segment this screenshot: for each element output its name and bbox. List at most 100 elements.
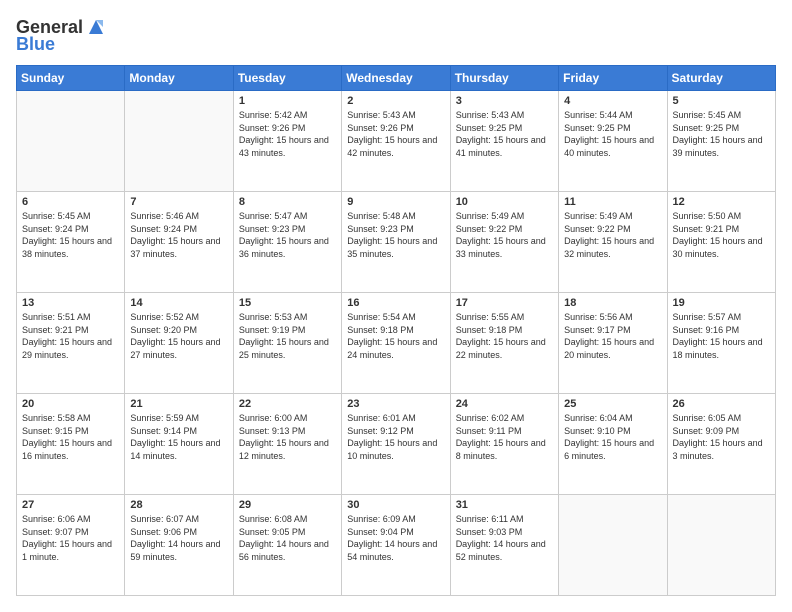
day-number: 26 bbox=[673, 398, 770, 410]
day-number: 1 bbox=[239, 95, 336, 107]
day-info: Sunrise: 5:47 AMSunset: 9:23 PMDaylight:… bbox=[239, 210, 336, 260]
day-number: 25 bbox=[564, 398, 661, 410]
day-info: Sunrise: 6:00 AMSunset: 9:13 PMDaylight:… bbox=[239, 412, 336, 462]
calendar-cell: 20 Sunrise: 5:58 AMSunset: 9:15 PMDayligh… bbox=[17, 394, 125, 495]
calendar-cell: 9 Sunrise: 5:48 AMSunset: 9:23 PMDaylight… bbox=[342, 192, 450, 293]
calendar-cell: 22 Sunrise: 6:00 AMSunset: 9:13 PMDayligh… bbox=[233, 394, 341, 495]
day-number: 4 bbox=[564, 95, 661, 107]
day-number: 23 bbox=[347, 398, 444, 410]
header: General Blue bbox=[16, 16, 776, 55]
day-info: Sunrise: 5:58 AMSunset: 9:15 PMDaylight:… bbox=[22, 412, 119, 462]
day-info: Sunrise: 6:01 AMSunset: 9:12 PMDaylight:… bbox=[347, 412, 444, 462]
weekday-header: Sunday bbox=[17, 66, 125, 91]
day-number: 2 bbox=[347, 95, 444, 107]
day-number: 24 bbox=[456, 398, 553, 410]
day-number: 13 bbox=[22, 297, 119, 309]
day-number: 14 bbox=[130, 297, 227, 309]
day-info: Sunrise: 5:57 AMSunset: 9:16 PMDaylight:… bbox=[673, 311, 770, 361]
day-info: Sunrise: 5:55 AMSunset: 9:18 PMDaylight:… bbox=[456, 311, 553, 361]
calendar-cell: 2 Sunrise: 5:43 AMSunset: 9:26 PMDaylight… bbox=[342, 91, 450, 192]
page: General Blue SundayMondayTuesdayWednesda… bbox=[0, 0, 792, 612]
day-info: Sunrise: 5:44 AMSunset: 9:25 PMDaylight:… bbox=[564, 109, 661, 159]
day-number: 11 bbox=[564, 196, 661, 208]
calendar-cell: 15 Sunrise: 5:53 AMSunset: 9:19 PMDayligh… bbox=[233, 293, 341, 394]
day-info: Sunrise: 5:51 AMSunset: 9:21 PMDaylight:… bbox=[22, 311, 119, 361]
day-number: 30 bbox=[347, 499, 444, 511]
day-number: 17 bbox=[456, 297, 553, 309]
calendar-cell: 25 Sunrise: 6:04 AMSunset: 9:10 PMDayligh… bbox=[559, 394, 667, 495]
day-info: Sunrise: 5:48 AMSunset: 9:23 PMDaylight:… bbox=[347, 210, 444, 260]
calendar-cell: 7 Sunrise: 5:46 AMSunset: 9:24 PMDaylight… bbox=[125, 192, 233, 293]
calendar-cell: 13 Sunrise: 5:51 AMSunset: 9:21 PMDayligh… bbox=[17, 293, 125, 394]
calendar-table: SundayMondayTuesdayWednesdayThursdayFrid… bbox=[16, 65, 776, 596]
day-number: 19 bbox=[673, 297, 770, 309]
day-info: Sunrise: 5:46 AMSunset: 9:24 PMDaylight:… bbox=[130, 210, 227, 260]
weekday-header: Wednesday bbox=[342, 66, 450, 91]
day-number: 20 bbox=[22, 398, 119, 410]
calendar-cell: 19 Sunrise: 5:57 AMSunset: 9:16 PMDayligh… bbox=[667, 293, 775, 394]
day-number: 22 bbox=[239, 398, 336, 410]
weekday-header: Friday bbox=[559, 66, 667, 91]
day-number: 18 bbox=[564, 297, 661, 309]
calendar-cell: 5 Sunrise: 5:45 AMSunset: 9:25 PMDaylight… bbox=[667, 91, 775, 192]
day-number: 31 bbox=[456, 499, 553, 511]
day-info: Sunrise: 6:07 AMSunset: 9:06 PMDaylight:… bbox=[130, 513, 227, 563]
day-info: Sunrise: 5:42 AMSunset: 9:26 PMDaylight:… bbox=[239, 109, 336, 159]
day-info: Sunrise: 6:11 AMSunset: 9:03 PMDaylight:… bbox=[456, 513, 553, 563]
day-info: Sunrise: 5:45 AMSunset: 9:25 PMDaylight:… bbox=[673, 109, 770, 159]
day-info: Sunrise: 5:50 AMSunset: 9:21 PMDaylight:… bbox=[673, 210, 770, 260]
calendar-cell bbox=[559, 495, 667, 596]
day-number: 5 bbox=[673, 95, 770, 107]
day-info: Sunrise: 5:56 AMSunset: 9:17 PMDaylight:… bbox=[564, 311, 661, 361]
day-info: Sunrise: 5:43 AMSunset: 9:26 PMDaylight:… bbox=[347, 109, 444, 159]
day-info: Sunrise: 5:49 AMSunset: 9:22 PMDaylight:… bbox=[564, 210, 661, 260]
day-info: Sunrise: 6:06 AMSunset: 9:07 PMDaylight:… bbox=[22, 513, 119, 563]
day-info: Sunrise: 5:49 AMSunset: 9:22 PMDaylight:… bbox=[456, 210, 553, 260]
day-number: 21 bbox=[130, 398, 227, 410]
calendar-cell: 27 Sunrise: 6:06 AMSunset: 9:07 PMDayligh… bbox=[17, 495, 125, 596]
calendar-cell: 26 Sunrise: 6:05 AMSunset: 9:09 PMDayligh… bbox=[667, 394, 775, 495]
day-number: 8 bbox=[239, 196, 336, 208]
day-info: Sunrise: 5:53 AMSunset: 9:19 PMDaylight:… bbox=[239, 311, 336, 361]
calendar-cell: 23 Sunrise: 6:01 AMSunset: 9:12 PMDayligh… bbox=[342, 394, 450, 495]
day-info: Sunrise: 6:02 AMSunset: 9:11 PMDaylight:… bbox=[456, 412, 553, 462]
day-number: 15 bbox=[239, 297, 336, 309]
calendar-cell: 24 Sunrise: 6:02 AMSunset: 9:11 PMDayligh… bbox=[450, 394, 558, 495]
day-info: Sunrise: 5:59 AMSunset: 9:14 PMDaylight:… bbox=[130, 412, 227, 462]
calendar-cell: 3Sunrise: 5:43 AMSunset: 9:25 PMDaylight… bbox=[450, 91, 558, 192]
day-number: 3 bbox=[456, 95, 553, 107]
calendar-cell bbox=[125, 91, 233, 192]
calendar-cell: 1 Sunrise: 5:42 AMSunset: 9:26 PMDaylight… bbox=[233, 91, 341, 192]
weekday-header: Saturday bbox=[667, 66, 775, 91]
calendar-cell: 18 Sunrise: 5:56 AMSunset: 9:17 PMDayligh… bbox=[559, 293, 667, 394]
day-number: 12 bbox=[673, 196, 770, 208]
day-number: 9 bbox=[347, 196, 444, 208]
calendar-cell: 28Sunrise: 6:07 AMSunset: 9:06 PMDayligh… bbox=[125, 495, 233, 596]
weekday-header: Thursday bbox=[450, 66, 558, 91]
calendar-cell: 17 Sunrise: 5:55 AMSunset: 9:18 PMDayligh… bbox=[450, 293, 558, 394]
logo: General Blue bbox=[16, 16, 107, 55]
calendar-cell: 8 Sunrise: 5:47 AMSunset: 9:23 PMDaylight… bbox=[233, 192, 341, 293]
day-number: 27 bbox=[22, 499, 119, 511]
calendar-cell bbox=[17, 91, 125, 192]
day-number: 16 bbox=[347, 297, 444, 309]
day-info: Sunrise: 5:45 AMSunset: 9:24 PMDaylight:… bbox=[22, 210, 119, 260]
calendar-cell: 21 Sunrise: 5:59 AMSunset: 9:14 PMDayligh… bbox=[125, 394, 233, 495]
day-number: 7 bbox=[130, 196, 227, 208]
day-number: 10 bbox=[456, 196, 553, 208]
day-info: Sunrise: 5:54 AMSunset: 9:18 PMDaylight:… bbox=[347, 311, 444, 361]
calendar-cell: 12 Sunrise: 5:50 AMSunset: 9:21 PMDayligh… bbox=[667, 192, 775, 293]
calendar-cell: 29Sunrise: 6:08 AMSunset: 9:05 PMDayligh… bbox=[233, 495, 341, 596]
calendar-cell: 4 Sunrise: 5:44 AMSunset: 9:25 PMDaylight… bbox=[559, 91, 667, 192]
weekday-header: Monday bbox=[125, 66, 233, 91]
logo-blue: Blue bbox=[16, 34, 55, 55]
weekday-header: Tuesday bbox=[233, 66, 341, 91]
calendar-cell: 31 Sunrise: 6:11 AMSunset: 9:03 PMDayligh… bbox=[450, 495, 558, 596]
day-info: Sunrise: 6:08 AMSunset: 9:05 PMDaylight:… bbox=[239, 513, 336, 563]
logo-icon bbox=[85, 16, 107, 38]
calendar-cell bbox=[667, 495, 775, 596]
day-info: Sunrise: 6:05 AMSunset: 9:09 PMDaylight:… bbox=[673, 412, 770, 462]
calendar-cell: 30Sunrise: 6:09 AMSunset: 9:04 PMDayligh… bbox=[342, 495, 450, 596]
day-info: Sunrise: 6:04 AMSunset: 9:10 PMDaylight:… bbox=[564, 412, 661, 462]
day-info: Sunrise: 5:52 AMSunset: 9:20 PMDaylight:… bbox=[130, 311, 227, 361]
